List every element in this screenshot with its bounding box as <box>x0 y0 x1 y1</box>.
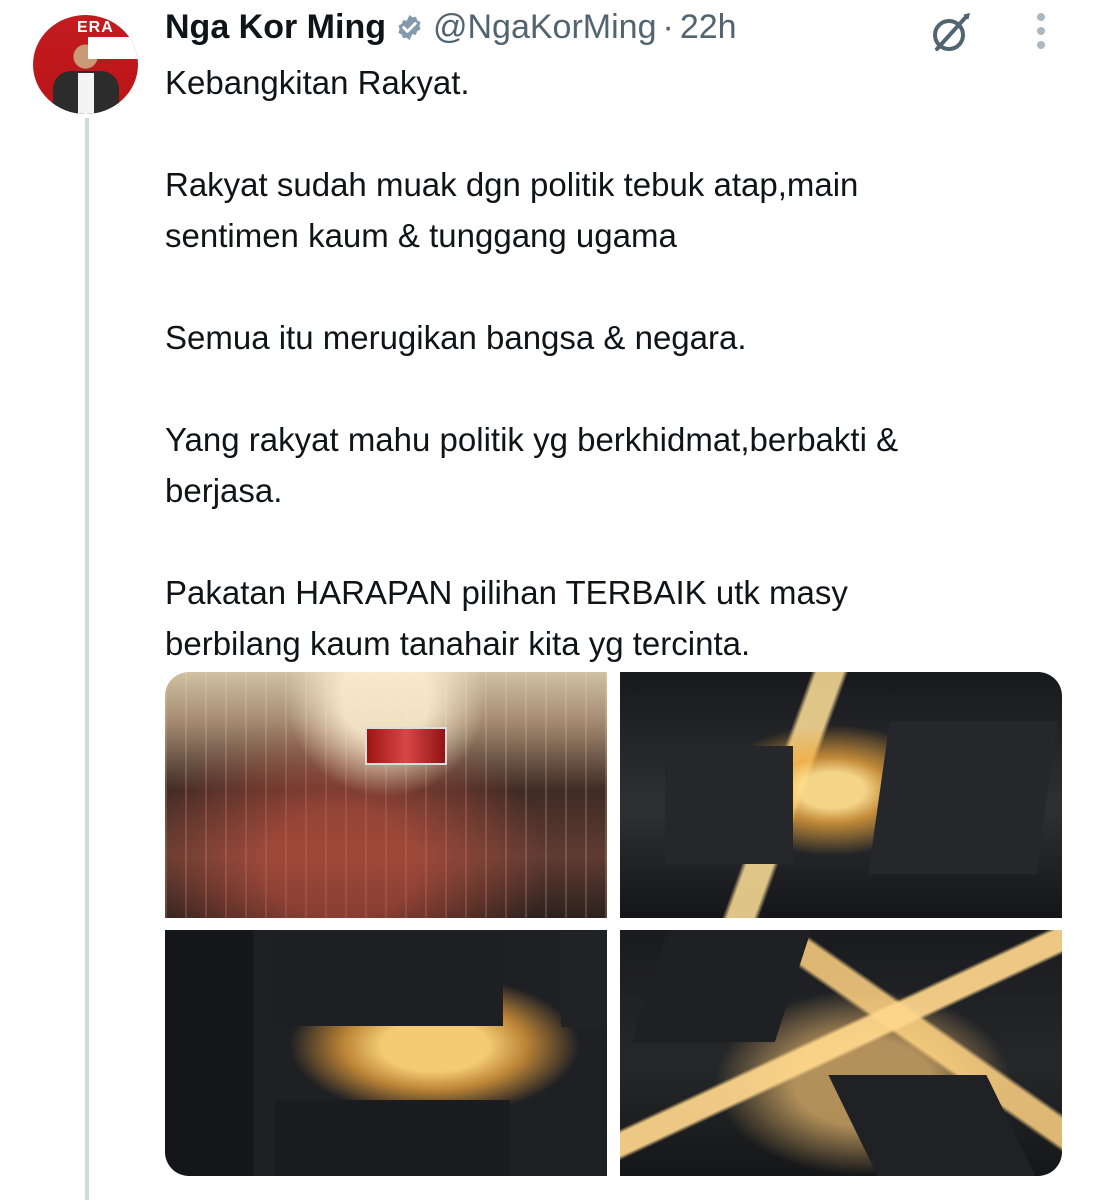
photo-aerial-street-3[interactable] <box>620 930 1062 1176</box>
building-roof <box>275 931 503 1026</box>
post-header: Nga Kor Ming @NgaKorMing · 22h <box>165 4 737 50</box>
post-time[interactable]: 22h <box>680 8 737 47</box>
post-text: Kebangkitan Rakyat. Rakyat sudah muak dg… <box>165 57 1065 669</box>
photo-aerial-street-2[interactable] <box>165 930 607 1176</box>
verified-badge-icon <box>398 14 421 40</box>
more-options-icon[interactable] <box>1031 13 1051 49</box>
stage-screen <box>365 727 447 765</box>
post-line: sentimen kaum & tunggang ugama <box>165 217 677 254</box>
avatar-banner-panel <box>88 37 138 59</box>
photo-aerial-street-1[interactable] <box>620 672 1062 918</box>
post-line: Kebangkitan Rakyat. <box>165 64 470 101</box>
more-dot-middle <box>1037 27 1045 35</box>
thread-line <box>85 118 89 1200</box>
meta-separator: · <box>662 7 674 46</box>
post-line: Yang rakyat mahu politik yg berkhidmat,b… <box>165 421 899 458</box>
photo-banquet-hall[interactable] <box>165 672 607 918</box>
more-dot-top <box>1037 13 1045 21</box>
grok-icon[interactable] <box>927 9 975 57</box>
more-dot-bottom <box>1037 41 1045 49</box>
post-line: berjasa. <box>165 472 283 509</box>
post-line: berbilang kaum tanahair kita yg tercinta… <box>165 625 751 662</box>
avatar-shirt <box>78 73 94 114</box>
building-roof <box>275 1100 510 1176</box>
building-roof <box>828 1075 1036 1176</box>
avatar[interactable]: ERA <box>33 15 138 114</box>
post-line: Rakyat sudah muak dgn politik tebuk atap… <box>165 166 859 203</box>
building-roof <box>665 746 793 864</box>
author-handle[interactable]: @NgaKorMing <box>433 8 657 47</box>
post-line: Pakatan HARAPAN pilihan TERBAIK utk masy <box>165 574 848 611</box>
building-roof <box>561 932 607 1027</box>
post-line: Semua itu merugikan bangsa & negara. <box>165 319 747 356</box>
building-roof <box>868 721 1058 874</box>
building-roof <box>631 930 812 1042</box>
author-name[interactable]: Nga Kor Ming <box>165 8 386 47</box>
media-grid <box>165 672 1062 1176</box>
